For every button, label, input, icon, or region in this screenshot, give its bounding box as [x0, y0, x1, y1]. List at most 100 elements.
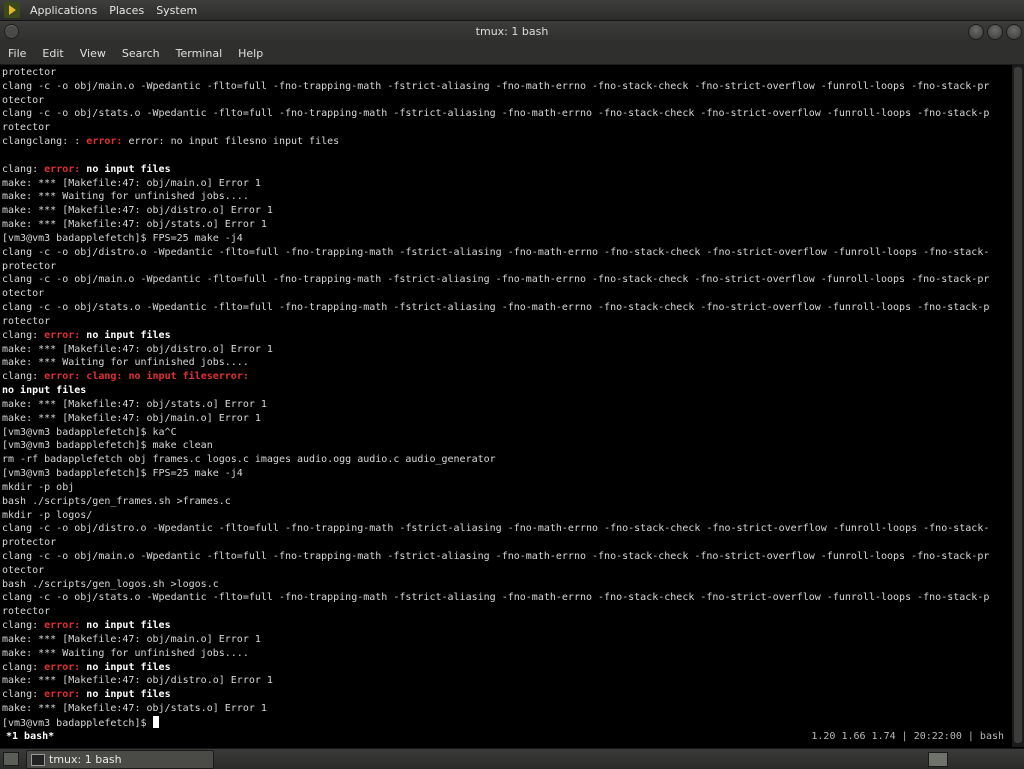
- terminal-line: rotector: [2, 605, 1012, 619]
- terminal-text: no input files: [80, 620, 171, 632]
- menu-help[interactable]: Help: [230, 47, 271, 60]
- terminal-line: clang -c -o obj/main.o -Wpedantic -flto=…: [2, 550, 1012, 564]
- terminal-line: rotector: [2, 315, 1012, 329]
- terminal-menubar: File Edit View Search Terminal Help: [0, 42, 1024, 65]
- menu-view[interactable]: View: [72, 47, 114, 60]
- terminal-text: clang -c -o obj/distro.o -Wpedantic -flt…: [2, 246, 990, 258]
- terminal-text: clang -c -o obj/stats.o -Wpedantic -flto…: [2, 592, 990, 604]
- terminal-text: clang:: [2, 371, 45, 383]
- terminal-text: clang -c -o obj/main.o -Wpedantic -flto=…: [2, 80, 990, 92]
- terminal-cursor: [152, 715, 159, 728]
- menu-search[interactable]: Search: [114, 47, 168, 60]
- terminal-line: protector: [2, 536, 1012, 550]
- terminal-lines: protector clang -c -o obj/main.o -Wpedant…: [2, 66, 1012, 730]
- taskbar-window-button[interactable]: tmux: 1 bash: [26, 750, 214, 769]
- panel-menu-system[interactable]: System: [150, 4, 203, 17]
- terminal-text: clang -c -o obj/stats.o -Wpedantic -flto…: [2, 302, 990, 314]
- terminal-line: mkdir -p obj: [2, 481, 1012, 495]
- terminal-text: clang -c -o obj/distro.o -Wpedantic -flt…: [2, 523, 990, 535]
- terminal-text: clang -c -o obj/main.o -Wpedantic -flto=…: [2, 550, 990, 562]
- terminal-text: clangclang: :: [2, 136, 87, 148]
- terminal-text: protector: [2, 537, 57, 549]
- terminal-line: clangclang: : error: error: no input fil…: [2, 135, 1012, 149]
- terminal-line: make: *** [Makefile:47: obj/distro.o] Er…: [2, 204, 1012, 218]
- tmux-status-bar: *1 bash* 1.20 1.66 1.74 | 20:22:00 | bas…: [0, 731, 1012, 745]
- terminal-line: make: *** Waiting for unfinished jobs...…: [2, 356, 1012, 370]
- terminal-line: make: *** [Makefile:47: obj/main.o] Erro…: [2, 412, 1012, 426]
- tmux-window-label[interactable]: *1 bash*: [6, 731, 54, 742]
- terminal-text: bash ./scripts/gen_frames.sh >frames.c: [2, 495, 231, 507]
- terminal-scrollbar[interactable]: [1012, 65, 1024, 747]
- workspace-switcher-icon[interactable]: [928, 752, 948, 767]
- terminal-text: no input files: [80, 329, 171, 341]
- terminal-text: no input files: [2, 385, 87, 397]
- terminal-text: clang:: [2, 661, 45, 673]
- window-menu-icon[interactable]: [4, 24, 19, 39]
- terminal-text: make: *** Waiting for unfinished jobs...…: [2, 191, 249, 203]
- terminal-text: otector: [2, 94, 45, 106]
- top-panel: Applications Places System: [0, 0, 1024, 21]
- terminal-text: rotector: [2, 315, 51, 327]
- terminal-line: clang: error: no input files: [2, 329, 1012, 343]
- menu-edit[interactable]: Edit: [34, 47, 71, 60]
- terminal-text: make: *** [Makefile:47: obj/stats.o] Err…: [2, 219, 267, 231]
- terminal-text: make: *** [Makefile:47: obj/distro.o] Er…: [2, 675, 273, 687]
- terminal-line: [vm3@vm3 badapplefetch]$: [2, 715, 1012, 730]
- terminal-line: clang: error: clang: no input fileserror…: [2, 370, 1012, 384]
- terminal-output[interactable]: protector clang -c -o obj/main.o -Wpedant…: [0, 65, 1012, 747]
- terminal-text: make: *** [Makefile:47: obj/stats.o] Err…: [2, 703, 267, 715]
- terminal-text: protector: [2, 67, 57, 78]
- terminal-text: make: *** [Makefile:47: obj/main.o] Erro…: [2, 412, 261, 424]
- terminal-text: [vm3@vm3 badapplefetch]$ ka^C: [2, 426, 177, 438]
- terminal-line: mkdir -p logos/: [2, 509, 1012, 523]
- terminal-text: clang:: [2, 689, 45, 701]
- terminal-icon: [31, 753, 45, 766]
- scrollbar-thumb[interactable]: [1014, 67, 1022, 743]
- terminal-line: rm -rf badapplefetch obj frames.c logos.…: [2, 453, 1012, 467]
- terminal-line: rotector: [2, 121, 1012, 135]
- terminal-text: clang:: [2, 620, 45, 632]
- terminal-text: make: *** [Makefile:47: obj/main.o] Erro…: [2, 177, 261, 189]
- terminal-line: no input files: [2, 384, 1012, 398]
- terminal-text: no input files: [80, 163, 171, 175]
- terminal-line: make: *** [Makefile:47: obj/main.o] Erro…: [2, 633, 1012, 647]
- terminal-line: make: *** [Makefile:47: obj/stats.o] Err…: [2, 398, 1012, 412]
- terminal-text: clang -c -o obj/stats.o -Wpedantic -flto…: [2, 108, 990, 120]
- maximize-button[interactable]: [987, 24, 1003, 40]
- menu-terminal[interactable]: Terminal: [168, 47, 231, 60]
- terminal-line: make: *** Waiting for unfinished jobs...…: [2, 190, 1012, 204]
- terminal-line: clang -c -o obj/distro.o -Wpedantic -flt…: [2, 246, 1012, 260]
- terminal-line: protector: [2, 66, 1012, 80]
- close-button[interactable]: [1006, 24, 1022, 40]
- error-text: error:: [44, 689, 81, 701]
- window-titlebar[interactable]: tmux: 1 bash: [0, 21, 1024, 42]
- terminal-line: [vm3@vm3 badapplefetch]$ make clean: [2, 439, 1012, 453]
- error-text: error:: [86, 136, 123, 148]
- terminal-text: otector: [2, 288, 45, 300]
- panel-menu-places[interactable]: Places: [103, 4, 150, 17]
- minimize-button[interactable]: [968, 24, 984, 40]
- menu-file[interactable]: File: [0, 47, 34, 60]
- terminal-line: otector: [2, 287, 1012, 301]
- error-text: error:: [44, 661, 81, 673]
- terminal-line: make: *** [Makefile:47: obj/distro.o] Er…: [2, 674, 1012, 688]
- show-desktop-icon[interactable]: [3, 752, 19, 766]
- applications-logo-icon[interactable]: [4, 2, 20, 18]
- terminal-text: no input files: [80, 661, 171, 673]
- terminal-line: clang: error: no input files: [2, 163, 1012, 177]
- terminal-line: clang: error: no input files: [2, 619, 1012, 633]
- terminal-line: make: *** [Makefile:47: obj/stats.o] Err…: [2, 702, 1012, 716]
- terminal-line: make: *** [Makefile:47: obj/distro.o] Er…: [2, 343, 1012, 357]
- terminal-text: rm -rf badapplefetch obj frames.c logos.…: [2, 454, 496, 466]
- error-text: error:: [44, 329, 81, 341]
- terminal-line: clang -c -o obj/main.o -Wpedantic -flto=…: [2, 273, 1012, 287]
- terminal-line: clang -c -o obj/stats.o -Wpedantic -flto…: [2, 591, 1012, 605]
- terminal-text: mkdir -p logos/: [2, 509, 93, 521]
- terminal-text: make: *** Waiting for unfinished jobs...…: [2, 647, 249, 659]
- terminal-text: clang -c -o obj/main.o -Wpedantic -flto=…: [2, 274, 990, 286]
- terminal-text: [vm3@vm3 badapplefetch]$ FPS=25 make -j4: [2, 468, 243, 480]
- terminal-text: clang:: [2, 163, 45, 175]
- terminal-line: otector: [2, 94, 1012, 108]
- panel-menu-applications[interactable]: Applications: [24, 4, 103, 17]
